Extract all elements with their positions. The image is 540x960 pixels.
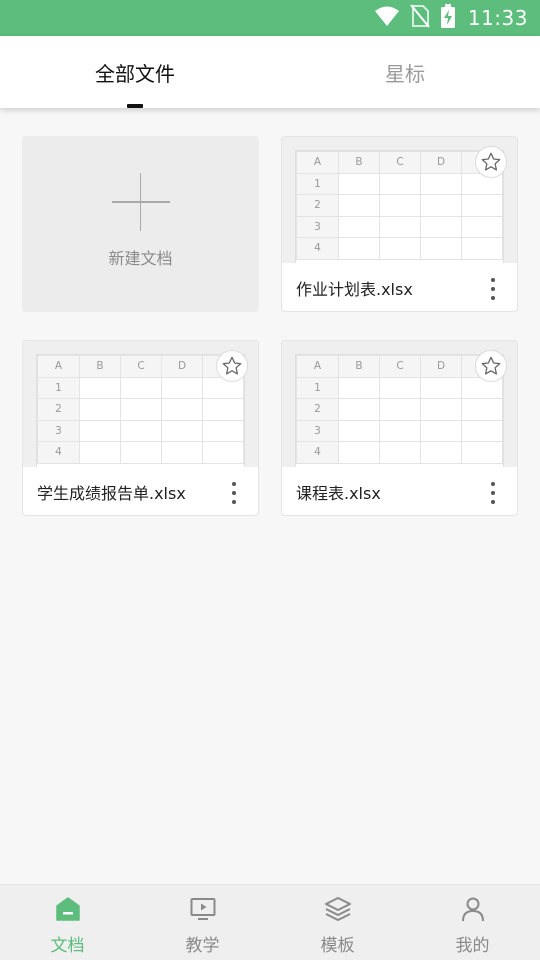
row-header: 2 xyxy=(37,398,80,421)
row-header: 1 xyxy=(37,376,80,399)
no-sim-icon xyxy=(410,4,430,32)
sheet-thumbnail: ABCD 1 2 3 4 xyxy=(282,137,517,263)
col-header: A xyxy=(37,355,80,378)
file-card[interactable]: ABCD 1 2 3 4 学生成绩报告单.xlsx xyxy=(22,340,259,516)
file-name: 课程表.xlsx xyxy=(296,484,381,503)
tab-all-files[interactable]: 全部文件 xyxy=(0,36,270,108)
sheet-thumbnail: ABCD 1 2 3 4 xyxy=(23,341,258,467)
sheet-thumbnail: ABCD 1 2 3 4 xyxy=(282,341,517,467)
top-tab-bar: 全部文件 星标 xyxy=(0,36,540,108)
row-header: 2 xyxy=(296,194,339,217)
person-icon xyxy=(459,895,487,927)
more-options-icon[interactable] xyxy=(483,276,503,302)
star-icon[interactable] xyxy=(475,350,507,382)
presentation-icon xyxy=(189,895,217,927)
nav-label: 教学 xyxy=(185,936,220,956)
col-header: B xyxy=(338,151,380,174)
col-header: D xyxy=(420,355,462,378)
row-header: 3 xyxy=(296,419,339,442)
col-header: B xyxy=(79,355,121,378)
nav-documents[interactable]: 文档 xyxy=(0,885,135,960)
col-header: D xyxy=(420,151,462,174)
row-header: 3 xyxy=(296,215,339,238)
star-icon[interactable] xyxy=(216,350,248,382)
tab-label: 星标 xyxy=(385,61,425,86)
row-header: 3 xyxy=(37,419,80,442)
col-header: B xyxy=(338,355,380,378)
more-options-icon[interactable] xyxy=(224,480,244,506)
star-icon[interactable] xyxy=(475,146,507,178)
new-document-button[interactable]: 新建文档 xyxy=(22,136,259,312)
row-header: 1 xyxy=(296,172,339,195)
plus-icon xyxy=(111,173,170,231)
sheet-preview: ABCD 1 2 3 4 xyxy=(295,150,504,263)
row-header: 4 xyxy=(296,237,339,260)
row-header: 2 xyxy=(296,398,339,421)
file-card[interactable]: ABCD 1 2 3 4 课程表.xlsx xyxy=(281,340,518,516)
nav-label: 模板 xyxy=(320,936,355,956)
col-header: C xyxy=(120,355,162,378)
col-header: C xyxy=(379,151,421,174)
tab-label: 全部文件 xyxy=(95,61,175,86)
wifi-icon xyxy=(374,5,400,31)
status-bar: 11:33 xyxy=(0,0,540,36)
more-options-icon[interactable] xyxy=(483,480,503,506)
tab-starred[interactable]: 星标 xyxy=(270,36,540,108)
file-name: 学生成绩报告单.xlsx xyxy=(37,484,186,503)
nav-label: 文档 xyxy=(50,936,85,956)
tab-indicator xyxy=(127,104,143,108)
clock: 11:33 xyxy=(467,6,528,30)
col-header: A xyxy=(296,151,339,174)
row-header: 1 xyxy=(296,376,339,399)
row-header: 4 xyxy=(37,441,80,464)
nav-mine[interactable]: 我的 xyxy=(405,885,540,960)
col-header: A xyxy=(296,355,339,378)
nav-label: 我的 xyxy=(455,936,490,956)
col-header: D xyxy=(161,355,203,378)
bottom-navigation: 文档 教学 模板 我的 xyxy=(0,884,540,960)
row-header: 4 xyxy=(296,441,339,464)
battery-charging-icon xyxy=(440,4,456,32)
file-card[interactable]: ABCD 1 2 3 4 作业计划表.xlsx xyxy=(281,136,518,312)
new-document-label: 新建文档 xyxy=(108,249,173,268)
sheet-preview: ABCD 1 2 3 4 xyxy=(36,354,245,467)
document-icon xyxy=(54,895,82,927)
col-header: C xyxy=(379,355,421,378)
layers-icon xyxy=(324,895,352,927)
sheet-preview: ABCD 1 2 3 4 xyxy=(295,354,504,467)
file-name: 作业计划表.xlsx xyxy=(296,280,413,299)
nav-teaching[interactable]: 教学 xyxy=(135,885,270,960)
nav-templates[interactable]: 模板 xyxy=(270,885,405,960)
